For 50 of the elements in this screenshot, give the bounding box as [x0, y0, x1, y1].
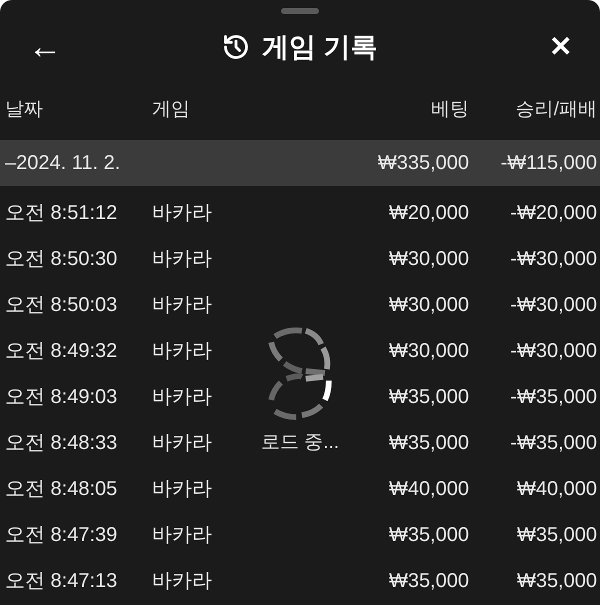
date-summary-row[interactable]: –2024. 11. 2. ₩335,000 -₩115,000 — [0, 140, 600, 186]
table-cell-text: ₩35,000 — [388, 385, 469, 410]
summary-result: -₩115,000 — [500, 151, 597, 176]
table-cell-text: ₩35,000 — [388, 569, 469, 594]
table-cell-text: 오전 8:49:32 — [5, 339, 118, 364]
table-cell-text: ₩40,000 — [388, 477, 469, 502]
table-cell-text: 오전 8:51:12 — [5, 201, 118, 226]
table-cell-text: 바카라 — [152, 569, 212, 594]
table-cell-text: 바카라 — [152, 477, 212, 502]
column-header: 베팅 — [430, 98, 469, 122]
table-cell-text: ₩20,000 — [388, 201, 469, 226]
table-cell-text: -₩30,000 — [510, 247, 597, 272]
table-cell-text: ₩35,000 — [516, 569, 597, 594]
back-button[interactable]: ← — [28, 22, 68, 72]
table-cell-text: 바카라 — [152, 247, 212, 272]
table-cell-text: -₩20,000 — [510, 201, 597, 226]
close-button[interactable]: ✕ — [532, 26, 572, 68]
table-cell-text: -₩30,000 — [510, 293, 597, 318]
table-cell-text: ₩30,000 — [388, 339, 469, 364]
history-icon — [222, 33, 250, 61]
table-cell-text: 오전 8:48:05 — [5, 477, 118, 502]
table-cell-text: 바카라 — [152, 201, 212, 226]
table-cell-text: 오전 8:50:03 — [5, 293, 118, 318]
table-cell-text: ₩30,000 — [388, 247, 469, 272]
summary-date: –2024. 11. 2. — [4, 151, 122, 176]
table-cell-text: 오전 8:47:39 — [5, 523, 118, 548]
table-cell-text: 바카라 — [152, 523, 212, 548]
loading-text: 로드 중... — [260, 431, 340, 455]
drag-handle[interactable] — [281, 8, 319, 14]
table-cell-text: 오전 8:49:03 — [5, 385, 118, 410]
table-cell-text: ₩35,000 — [388, 523, 469, 548]
table-cell-text: ₩40,000 — [516, 477, 597, 502]
table-cell-text: 바카라 — [152, 385, 212, 410]
table-cell-text: -₩35,000 — [510, 431, 597, 456]
column-header: 게임 — [152, 98, 191, 122]
table-cell-text: -₩30,000 — [510, 339, 597, 364]
column-header: 승리/패배 — [514, 98, 597, 122]
column-header: 날짜 — [4, 98, 44, 122]
table-cell-text: 오전 8:50:30 — [5, 247, 118, 272]
table-cell-text: ₩35,000 — [388, 431, 469, 456]
table-cell-text: ₩30,000 — [388, 293, 469, 318]
table-cell-text: 오전 8:47:13 — [5, 569, 118, 594]
summary-bet: ₩335,000 — [376, 151, 469, 176]
table-cell-text: 바카라 — [152, 293, 212, 318]
table-cell-text: 오전 8:48:33 — [5, 431, 118, 456]
window-title: 게임 기록 — [262, 30, 378, 64]
table-cell-text: 바카라 — [152, 431, 212, 456]
table-cell-text: ₩35,000 — [516, 523, 597, 548]
table-cell-text: -₩35,000 — [510, 385, 597, 410]
table-cell-text: 바카라 — [152, 339, 212, 364]
